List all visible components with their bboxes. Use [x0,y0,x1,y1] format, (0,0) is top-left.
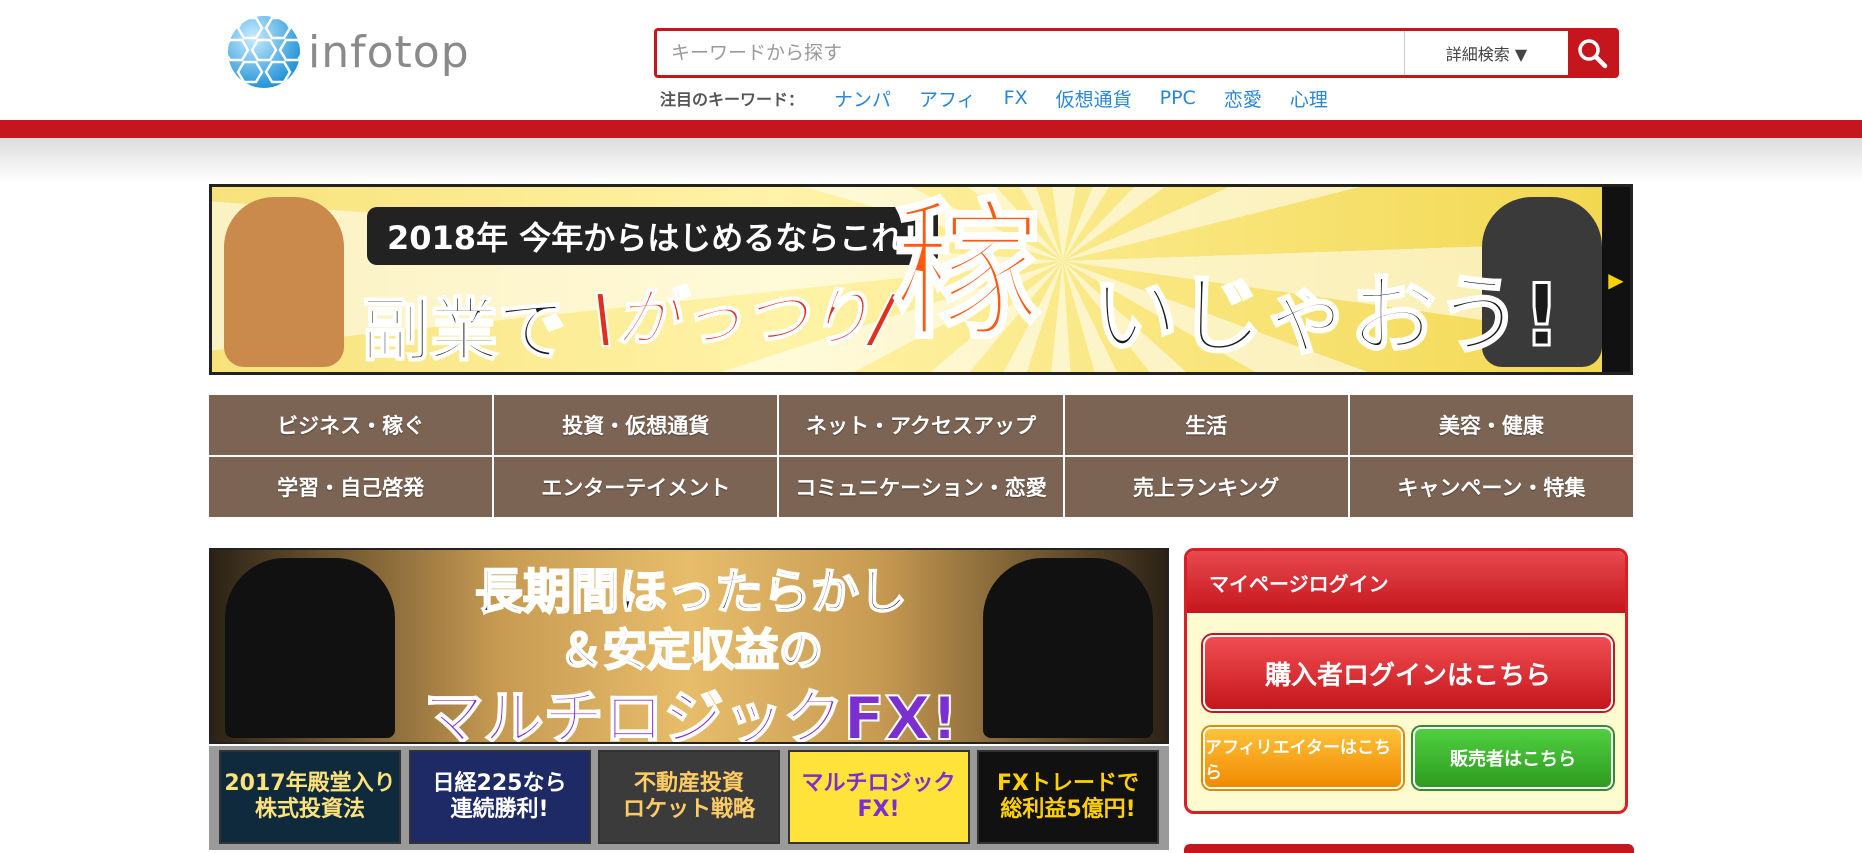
banner-headline-1: 副業で [361,291,567,372]
category-net-access[interactable]: ネット・アクセスアップ [779,395,1063,455]
keyword-link[interactable]: ナンパ [834,85,891,112]
promo-thumb[interactable]: FXトレードで 総利益5億円! [977,750,1159,844]
search-input[interactable] [657,31,1404,75]
promo-thumb[interactable]: 不動産投資 ロケット戦略 [598,750,780,844]
featured-keywords: 注目のキーワード： ナンパ アフィ FX 仮想通貨 PPC 恋愛 心理 [660,85,1356,112]
buyer-login-button[interactable]: 購入者ログインはこちら [1203,635,1613,711]
promo-line-2: ＆安定収益の [558,624,824,677]
banner-headline-4: いじゃおう! [1090,265,1562,368]
site-header: infotop 詳細検索 ▼ 注目のキーワード： ナンパ アフィ FX 仮想通貨… [0,0,1862,120]
seller-login-button[interactable]: 販売者はこちら [1413,727,1613,789]
affiliate-login-button[interactable]: アフィリエイターはこちら [1203,727,1403,789]
hex-globe-logo-icon [228,16,300,88]
keyword-link[interactable]: FX [1004,87,1028,109]
anubis-left-image [225,558,395,738]
keyword-link[interactable]: 心理 [1290,85,1328,112]
promo-thumb[interactable]: マルチロジック FX! [787,750,970,844]
search-icon [1578,39,1608,69]
keyword-link[interactable]: 仮想通貨 [1056,85,1132,112]
promo-line-1: 長期間ほったらかし [474,563,908,621]
category-business[interactable]: ビジネス・稼ぐ [209,395,493,455]
header-red-bar [0,120,1862,138]
promo-thumb[interactable]: 日経225なら 連続勝利! [408,750,591,844]
category-entertainment[interactable]: エンターテイメント [494,457,778,517]
banner-headline-3: 稼 [890,185,1043,359]
promo-thumb[interactable]: 2017年殿堂入り 株式投資法 [219,750,401,844]
search-button[interactable] [1568,31,1616,75]
keyword-link[interactable]: アフィ [919,85,976,112]
site-logo[interactable]: infotop [226,14,496,90]
category-sales-ranking[interactable]: 売上ランキング [1064,457,1348,517]
keyword-link[interactable]: 恋愛 [1224,85,1262,112]
banner-subtitle: 2018年 今年からはじめるならこれ! [367,207,938,265]
keyword-link[interactable]: PPC [1160,87,1196,109]
header-shadow [0,138,1862,182]
shiba-dog-left-image [224,197,344,367]
advanced-search-label: 詳細検索 ▼ [1445,45,1528,64]
promo-thumbnails: 2017年殿堂入り 株式投資法 日経225なら 連続勝利! 不動産投資 ロケット… [209,746,1169,850]
category-learning[interactable]: 学習・自己啓発 [209,457,493,517]
category-investment[interactable]: 投資・仮想通貨 [494,395,778,455]
logo-text: infotop [308,26,470,78]
category-campaign[interactable]: キャンペーン・特集 [1349,457,1633,517]
category-communication[interactable]: コミュニケーション・恋愛 [779,457,1063,517]
promo-line-3: マルチロジックFX! [423,683,960,744]
category-nav: ビジネス・稼ぐ 投資・仮想通貨 ネット・アクセスアップ 生活 美容・健康 学習・… [209,395,1633,517]
login-panel-title: マイページログイン [1187,551,1625,613]
banner-headline-2: \がっつり/ [591,281,896,357]
promo-banner[interactable]: 長期間ほったらかし ＆安定収益の マルチロジックFX! [209,548,1169,744]
banner-next-arrow-icon[interactable]: ▶ [1602,187,1630,372]
category-life[interactable]: 生活 [1064,395,1348,455]
mypage-login-panel: マイページログイン 購入者ログインはこちら アフィリエイターはこちら 販売者はこ… [1184,548,1628,814]
main-banner[interactable]: 2018年 今年からはじめるならこれ! 副業で \がっつり/ 稼 いじゃおう! … [209,184,1633,375]
featured-keywords-label: 注目のキーワード： [660,90,805,109]
advanced-search-button[interactable]: 詳細検索 ▼ [1404,31,1568,75]
search-bar: 詳細検索 ▼ [654,28,1619,78]
category-beauty-health[interactable]: 美容・健康 [1349,395,1633,455]
anubis-right-image [983,558,1153,738]
sidebar-next-section [1184,844,1634,853]
